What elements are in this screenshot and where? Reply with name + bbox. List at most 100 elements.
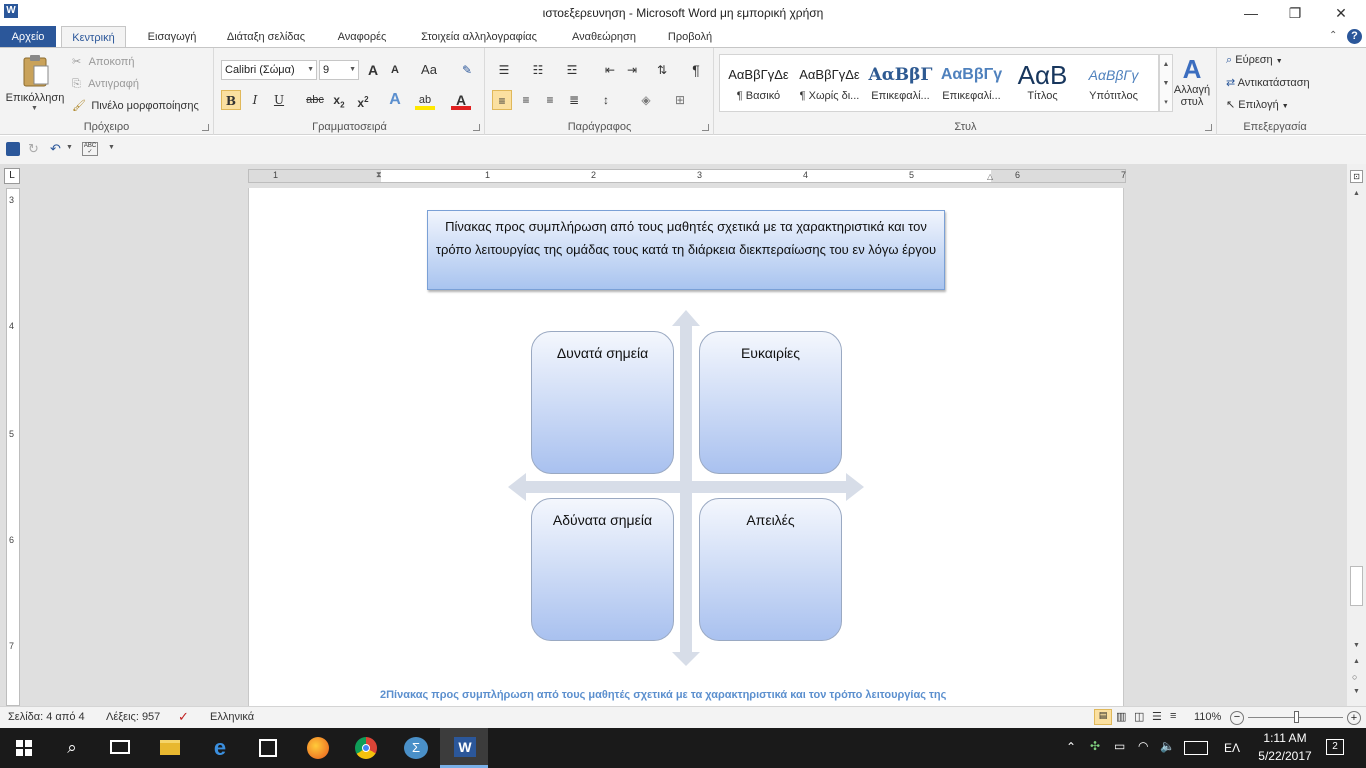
search-icon[interactable]: ⌕ [48, 728, 96, 768]
text-effects-button[interactable]: A [385, 90, 405, 110]
right-indent-marker[interactable]: △ [987, 172, 993, 181]
increase-indent-icon[interactable]: ⇥ [622, 60, 642, 80]
word-count[interactable]: Λέξεις: 957 [106, 711, 160, 723]
shrink-font-button[interactable]: A [385, 60, 405, 80]
replace-button[interactable]: ⇄ Αντικατάσταση [1226, 76, 1310, 89]
line-spacing-icon[interactable]: ↕ [596, 90, 616, 110]
restore-button[interactable]: ❐ [1272, 0, 1318, 26]
style-title[interactable]: ΑαΒ Τίτλος [1007, 60, 1078, 110]
show-hidden-icons[interactable]: ⌃ [1066, 740, 1076, 754]
tab-selector[interactable]: L [4, 168, 20, 184]
style-heading-1[interactable]: ΑαΒβΓ Επικεφαλί... [865, 60, 936, 110]
style-normal[interactable]: ΑαΒβΓγΔε ¶ Βασικό [723, 60, 794, 110]
collapse-ribbon-icon[interactable]: ⌃ [1329, 30, 1337, 41]
volume-icon[interactable]: 🔈 [1160, 739, 1175, 753]
multilevel-list-icon[interactable]: ☲ [562, 60, 582, 80]
tab-file[interactable]: Αρχείο [0, 26, 56, 48]
undo-icon[interactable]: ↶ [50, 141, 61, 157]
subscript-button[interactable]: x2 [329, 90, 349, 110]
tab-mailings[interactable]: Στοιχεία αλληλογραφίας [406, 26, 552, 48]
dialog-launcher-icon[interactable] [473, 124, 480, 131]
view-ruler-icon[interactable]: ⊡ [1350, 170, 1363, 183]
math-app-icon[interactable]: Σ [392, 728, 440, 768]
numbering-icon[interactable]: ☷ [528, 60, 548, 80]
save-icon[interactable] [6, 142, 20, 156]
align-left-icon[interactable]: ≡ [492, 90, 512, 110]
zoom-in-icon[interactable]: + [1347, 711, 1361, 725]
dialog-launcher-icon[interactable] [1205, 124, 1212, 131]
quadrant-threats[interactable]: Απειλές [699, 498, 842, 641]
language-indicator[interactable]: Ελληνικά [210, 711, 254, 723]
print-layout-icon[interactable]: ▤ [1094, 709, 1112, 725]
grow-font-button[interactable]: A [363, 60, 383, 80]
superscript-button[interactable]: x2 [353, 90, 373, 110]
scroll-down-icon[interactable]: ▼ [1353, 642, 1360, 649]
tab-home[interactable]: Κεντρική [61, 26, 126, 49]
style-heading-2[interactable]: ΑαΒβΓγ Επικεφαλί... [936, 60, 1007, 110]
network-share-icon[interactable]: ✣ [1090, 739, 1100, 753]
tab-references[interactable]: Αναφορές [328, 26, 396, 48]
highlight-button[interactable]: ab [415, 90, 435, 110]
align-center-icon[interactable]: ≡ [516, 90, 536, 110]
keyboard-icon[interactable] [1184, 741, 1208, 755]
input-language[interactable]: ΕΛ [1224, 741, 1240, 755]
tab-view[interactable]: Προβολή [656, 26, 724, 48]
browse-object-icon[interactable]: ○ [1352, 672, 1357, 682]
notifications-icon[interactable]: 2 [1326, 739, 1344, 755]
close-button[interactable]: ✕ [1318, 0, 1364, 26]
start-button[interactable] [0, 728, 48, 768]
justify-icon[interactable]: ≣ [564, 90, 584, 110]
bold-button[interactable]: B [221, 90, 241, 110]
previous-page-icon[interactable]: ▲ [1353, 658, 1360, 665]
tab-insert[interactable]: Εισαγωγή [138, 26, 206, 48]
font-color-button[interactable]: A [451, 90, 471, 110]
chevron-down-icon[interactable]: ▼ [66, 144, 73, 151]
horizontal-ruler[interactable]: 1 1 2 3 4 5 6 7 ⧗ △ [248, 169, 1126, 183]
decrease-indent-icon[interactable]: ⇤ [600, 60, 620, 80]
zoom-out-icon[interactable]: − [1230, 711, 1244, 725]
scroll-up-icon[interactable]: ▲ [1353, 190, 1360, 197]
show-formatting-button[interactable]: ¶ [686, 60, 706, 80]
zoom-slider-thumb[interactable] [1294, 711, 1299, 723]
wifi-icon[interactable]: ◠ [1138, 739, 1148, 753]
chrome-icon[interactable] [342, 728, 390, 768]
format-painter-button[interactable]: 🖌 Πινέλο μορφοποίησης [72, 98, 199, 116]
underline-button[interactable]: U [269, 90, 289, 110]
copy-button[interactable]: ⎘ Αντιγραφή [72, 76, 139, 94]
outline-icon[interactable]: ☰ [1152, 710, 1162, 723]
italic-button[interactable]: I [245, 90, 265, 110]
align-right-icon[interactable]: ≡ [540, 90, 560, 110]
font-size-combo[interactable]: 9 ▼ [319, 60, 359, 80]
web-layout-icon[interactable]: ◫ [1134, 710, 1144, 723]
strikethrough-button[interactable]: abc [303, 90, 327, 110]
firefox-icon[interactable] [294, 728, 342, 768]
style-subtitle[interactable]: ΑαΒβΓγ Υπότιτλος [1078, 60, 1149, 110]
vertical-ruler[interactable]: 3 4 5 6 7 [6, 188, 20, 706]
heading-text-box[interactable]: Πίνακας προς συμπλήρωση από τους μαθητές… [427, 210, 945, 290]
full-screen-reading-icon[interactable]: ▥ [1116, 710, 1126, 723]
draft-icon[interactable]: ≡ [1170, 710, 1176, 722]
spelling-icon[interactable]: ABC ✓ [82, 142, 98, 156]
indent-marker[interactable]: ⧗ [376, 170, 382, 180]
sort-icon[interactable]: ⇅ [652, 60, 672, 80]
borders-icon[interactable]: ⊞ [670, 90, 690, 110]
select-button[interactable]: ↖ Επιλογή ▼ [1226, 98, 1289, 111]
file-explorer-icon[interactable] [146, 728, 194, 768]
proofing-icon[interactable]: ✓ [178, 709, 189, 725]
task-view-icon[interactable] [96, 728, 144, 768]
cut-button[interactable]: ✂ Αποκοπή [72, 54, 135, 72]
dialog-launcher-icon[interactable] [702, 124, 709, 131]
clock-date[interactable]: 5/22/2017 [1252, 749, 1318, 763]
vertical-scrollbar[interactable]: ⊡ ▲ ▼ ▲ ○ ▼ [1347, 164, 1366, 706]
redo-icon[interactable]: ↻ [28, 141, 39, 157]
font-name-combo[interactable]: Calibri (Σώμα) ▼ [221, 60, 317, 80]
quadrant-strengths[interactable]: Δυνατά σημεία [531, 331, 674, 474]
customize-qat-icon[interactable]: ▼ [108, 144, 115, 151]
bullets-icon[interactable]: ☰ [494, 60, 514, 80]
change-case-button[interactable]: Aa [417, 60, 441, 80]
change-styles-button[interactable]: A Αλλαγή στυλ [1169, 54, 1215, 118]
battery-icon[interactable]: ▭ [1114, 739, 1125, 753]
clock-time[interactable]: 1:11 AM [1252, 731, 1318, 745]
word-taskbar-icon[interactable]: W [440, 728, 488, 768]
quadrant-opportunities[interactable]: Ευκαιρίες [699, 331, 842, 474]
